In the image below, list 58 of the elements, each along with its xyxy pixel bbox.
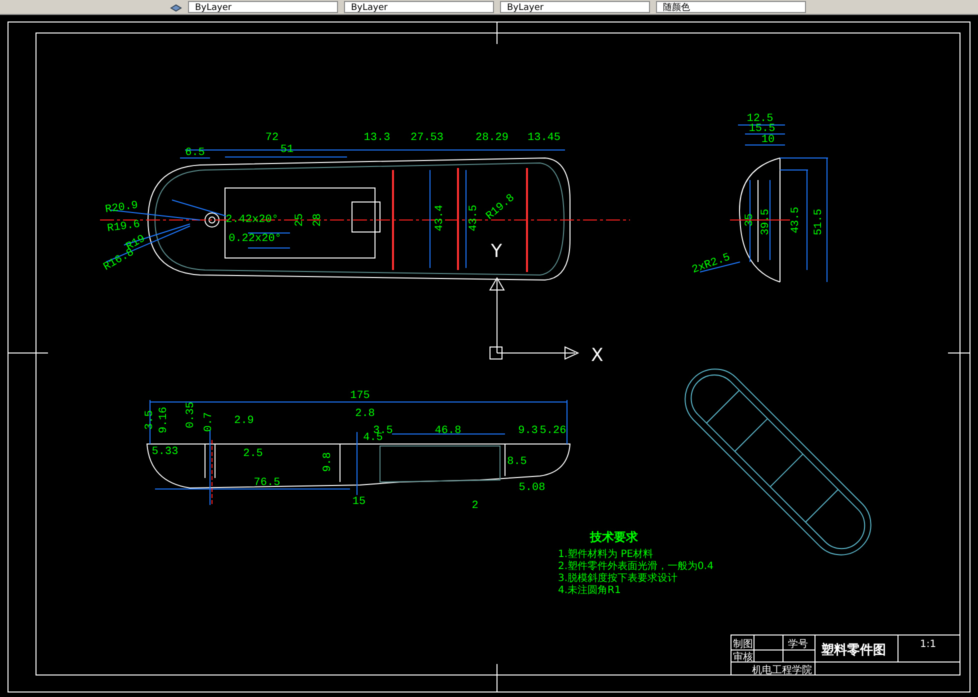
scale-text: 1:1 <box>920 639 936 650</box>
dimension-label: 76.5 <box>254 477 280 489</box>
dimension-label: 15.5 <box>748 123 776 135</box>
dimension-label: 2.8 <box>355 408 375 420</box>
dimension-label: 13.45 <box>528 132 560 144</box>
y-axis-label: Y <box>491 241 502 262</box>
property-dropdown[interactable]: 随颜色 <box>656 1 806 13</box>
dimension-label: 43.4 <box>434 204 446 232</box>
property-dropdown[interactable]: ByLayer <box>344 1 494 13</box>
dimension-label: 9.3 <box>518 425 538 437</box>
dimension-label: 4.5 <box>363 432 383 444</box>
dimension-label: 25 <box>294 213 306 227</box>
dimension-label: 28.29 <box>476 132 508 144</box>
dimension-label: 9.16 <box>158 406 170 434</box>
dimension-label: 12.5 <box>746 113 774 125</box>
dimension-label: 9.8 <box>322 452 334 472</box>
dimension-label: 35 <box>744 213 756 227</box>
dimension-label: 28 <box>312 213 324 227</box>
requirement-text: 1.塑件材料为 PE材料 <box>558 549 654 560</box>
title-block-label: 审核 <box>733 652 753 663</box>
dimension-label: 15 <box>352 496 366 508</box>
dimension-label: 8.5 <box>507 456 527 468</box>
dimension-label: 46.8 <box>434 425 462 437</box>
dimension-label: 13.3 <box>364 132 390 144</box>
property-dropdown[interactable]: ByLayer <box>188 1 338 13</box>
dimension-label: 39.5 <box>760 208 772 236</box>
dimension-label: 5.33 <box>152 446 178 458</box>
dimension-label: 5.08 <box>518 482 546 494</box>
school-name: 机电工程学院 <box>752 665 812 676</box>
dimension-label: 27.53 <box>410 132 444 144</box>
dimension-label: 0.7 <box>203 412 215 432</box>
dimension-label: 175 <box>350 390 370 402</box>
drawing-title: 塑料零件图 <box>821 643 886 658</box>
requirement-text: 2.塑件零件外表面光滑，一般为0.4 <box>558 561 714 572</box>
dimension-label: 72 <box>265 132 279 144</box>
title-block-text: 学号 <box>788 639 808 650</box>
layer-stack-icon[interactable] <box>170 2 182 12</box>
dimension-label: 0.22x20° <box>228 233 282 245</box>
dimension-label: 43.5 <box>468 204 480 232</box>
dimension-label: 2 <box>472 500 478 512</box>
x-axis-label: X <box>591 345 604 366</box>
dimension-label: 6.5 <box>185 147 205 159</box>
dimension-label: 2.9 <box>234 415 254 427</box>
ucs-axis-icon <box>490 277 580 360</box>
requirement-text: 4.未注圆角R1 <box>558 585 621 596</box>
dimension-label: 51.5 <box>813 208 825 236</box>
property-dropdown[interactable]: ByLayer <box>500 1 650 13</box>
dimension-label: R20.9 <box>104 200 139 216</box>
dimension-label: 10 <box>761 134 775 146</box>
dimension-label: 3.5 <box>144 410 156 430</box>
dimension-label: R19.6 <box>106 218 141 236</box>
dimension-label: 43.5 <box>790 206 802 234</box>
dimension-label: 5.26 <box>540 425 566 437</box>
dimension-label: 0.35 <box>185 402 197 428</box>
requirement-text: 3.脱模斜度按下表要求设计 <box>558 573 678 584</box>
title-block-label: 制图 <box>733 639 753 650</box>
dimension-label: 2.5 <box>243 448 263 460</box>
requirements-title: 技术要求 <box>590 530 638 544</box>
